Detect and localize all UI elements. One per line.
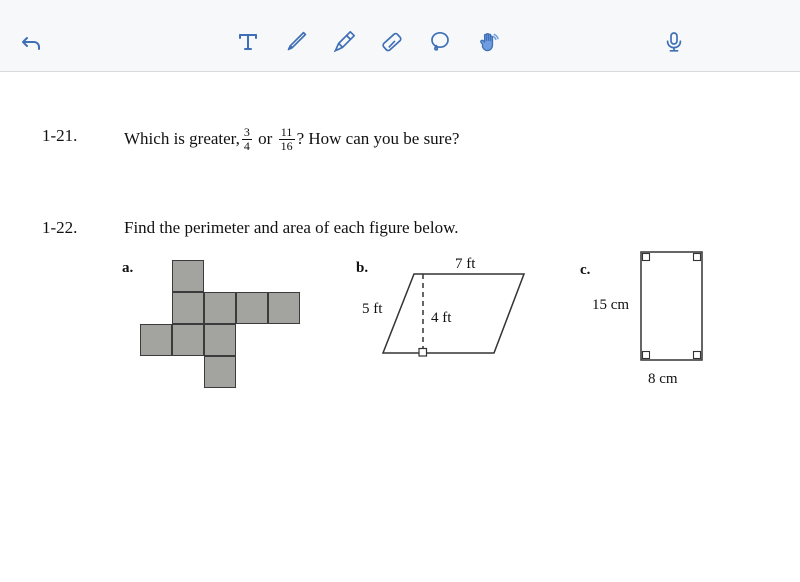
polyomino-cell [172, 324, 204, 356]
rectangle-height-label: 15 cm [592, 297, 630, 313]
polyomino-figure [140, 260, 310, 392]
polyomino-cell [204, 324, 236, 356]
parallelogram-top-label: 7 ft [455, 256, 476, 272]
hand-tool-button[interactable] [468, 22, 508, 62]
pen-tool-icon [282, 28, 310, 56]
parallelogram-outline [381, 273, 526, 354]
right-angle-marker-icon [692, 252, 702, 262]
right-angle-marker-icon [641, 350, 651, 360]
fraction-eleven-sixteenths: 11 16 [278, 126, 295, 153]
eraser-tool-icon [378, 28, 406, 56]
rectangle-width-label: 8 cm [648, 371, 678, 387]
figure-label-a: a. [122, 260, 134, 276]
right-angle-marker-icon [692, 350, 702, 360]
parallelogram-figure [381, 273, 526, 357]
lasso-tool-button[interactable] [420, 22, 460, 62]
lasso-tool-icon [426, 28, 454, 56]
problem-text-1-22: Find the perimeter and area of each figu… [124, 218, 459, 237]
text-tool-button[interactable] [228, 22, 268, 62]
parallelogram-side-label: 5 ft [362, 301, 383, 317]
polyomino-cell [172, 260, 204, 292]
eraser-tool-button[interactable] [372, 22, 412, 62]
fraction-three-fourths: 34 [241, 125, 252, 153]
problem-1-21-text-before: Which is greater, [124, 129, 240, 149]
undo-icon [19, 29, 45, 55]
problem-number-1-21: 1-21. [42, 126, 78, 145]
polyomino-cell [236, 292, 268, 324]
problem-number-1-22: 1-22. [42, 218, 78, 237]
fraction-1-denominator: 4 [243, 138, 250, 153]
polyomino-cell [172, 292, 204, 324]
highlighter-tool-button[interactable] [324, 22, 364, 62]
problem-1-21-text-middle: or [258, 129, 273, 149]
rectangle-figure [640, 251, 703, 361]
fraction-1-numerator: 3 [241, 125, 252, 140]
problem-1-21-text-after: ? How can you be sure? [296, 129, 460, 149]
pen-tool-button[interactable] [276, 22, 316, 62]
microphone-button[interactable] [654, 22, 694, 62]
polyomino-cell [204, 356, 236, 388]
text-tool-icon [234, 28, 262, 56]
right-angle-marker-icon [641, 252, 651, 262]
figure-label-b: b. [356, 260, 369, 276]
toolbar [0, 0, 800, 74]
polyomino-cell [204, 292, 236, 324]
rectangle-outline [640, 251, 703, 361]
polyomino-cell [140, 324, 172, 356]
microphone-icon [660, 28, 688, 56]
right-angle-marker-icon [418, 347, 428, 357]
figure-label-c: c. [580, 262, 591, 278]
problem-text-1-21: Which is greater, 3 4 or 11 16? How can you… [124, 126, 459, 152]
fraction-2-denominator: 16 [280, 138, 293, 153]
highlighter-tool-icon [330, 28, 358, 56]
parallelogram-height-label: 4 ft [431, 310, 452, 326]
hand-tool-icon [474, 28, 502, 56]
undo-button[interactable] [12, 22, 52, 62]
worksheet-page: 1-21. Which is greater, 3 4 or 11 16? How c… [0, 72, 800, 582]
fraction-2-numerator: 11 [278, 126, 295, 140]
polyomino-cell [268, 292, 300, 324]
